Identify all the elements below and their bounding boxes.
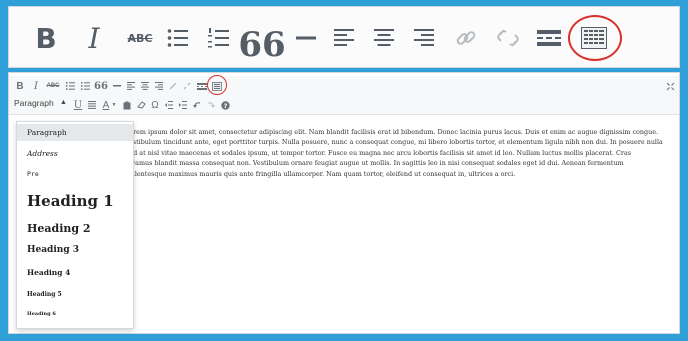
numbered-list-button[interactable]: [204, 7, 234, 69]
format-option-heading-3[interactable]: Heading 3: [17, 240, 133, 260]
bullet-list-icon: [167, 29, 188, 47]
horizontal-line-icon: [113, 85, 121, 87]
align-left-button-small[interactable]: [126, 78, 136, 94]
align-right-icon: [155, 82, 163, 90]
justify-button[interactable]: [87, 97, 97, 113]
indent-button[interactable]: [178, 97, 188, 113]
blockquote-icon: 66: [238, 25, 286, 65]
format-option-address[interactable]: Address: [17, 143, 133, 163]
align-right-button-small[interactable]: [154, 78, 164, 94]
content-line: Lorem ipsum dolor sit amet, consectetur …: [125, 128, 659, 136]
align-center-icon: [374, 29, 394, 46]
content-line: Vestibulum tincidunt ante, eget porttito…: [125, 138, 663, 147]
align-center-icon: [141, 82, 149, 90]
editor-content[interactable]: Lorem ipsum dolor sit amet, consectetur …: [125, 127, 673, 179]
link-icon: [456, 31, 476, 45]
zoomed-toolbar: B I ABC 66: [8, 6, 680, 68]
undo-icon: [193, 102, 201, 108]
editor-toolbar-secondary: Paragraph ▲ U A ▼ Ω ?: [9, 95, 679, 115]
italic-button-small[interactable]: I: [31, 78, 41, 94]
strikethrough-icon: ABC: [127, 31, 153, 45]
editor-toolbar-primary: B I ABC 66: [9, 75, 679, 96]
format-option-heading-4[interactable]: Heading 4: [17, 262, 133, 282]
bold-icon: B: [35, 21, 57, 55]
format-select-caret-icon[interactable]: ▲: [60, 99, 67, 106]
format-option-heading-5[interactable]: Heading 5: [17, 284, 133, 304]
align-right-icon: [414, 29, 434, 46]
read-more-button[interactable]: [533, 7, 565, 69]
remove-link-button-small[interactable]: [182, 78, 192, 94]
paste-as-text-button[interactable]: [122, 97, 132, 113]
italic-button[interactable]: I: [79, 7, 109, 69]
align-left-icon: [334, 29, 354, 46]
highlight-ring-small: [207, 75, 227, 95]
italic-icon: I: [88, 21, 100, 55]
content-line: Vivamus blandit massa consequat non. Ves…: [125, 159, 624, 168]
format-dropdown-menu: Paragraph Address Pre Heading 1 Heading …: [16, 121, 134, 329]
numbered-list-button-small[interactable]: [79, 78, 91, 94]
eraser-icon: [136, 101, 146, 109]
redo-icon: [207, 102, 215, 108]
strikethrough-button[interactable]: ABC: [123, 7, 157, 69]
redo-button[interactable]: [206, 97, 216, 113]
blockquote-button-small[interactable]: 66: [94, 78, 108, 94]
format-option-heading-1[interactable]: Heading 1: [17, 188, 133, 214]
text-color-caret-icon[interactable]: ▼: [111, 97, 117, 113]
numbered-list-icon: [208, 28, 229, 48]
align-left-icon: [127, 82, 135, 90]
indent-icon: [179, 101, 187, 109]
blockquote-button[interactable]: 66: [238, 7, 285, 69]
fullscreen-icon: [666, 82, 674, 90]
align-left-button[interactable]: [329, 7, 359, 69]
read-more-icon: [537, 30, 561, 46]
align-center-button-small[interactable]: [140, 78, 150, 94]
underline-button[interactable]: U: [73, 97, 83, 113]
clear-formatting-button[interactable]: [136, 97, 146, 113]
svg-text:?: ?: [223, 102, 227, 110]
format-option-paragraph[interactable]: Paragraph: [17, 124, 133, 141]
text-color-button[interactable]: A: [101, 97, 111, 113]
format-option-pre[interactable]: Pre: [17, 164, 133, 184]
fullscreen-button[interactable]: [665, 78, 675, 94]
format-option-heading-6[interactable]: Heading 6: [17, 305, 133, 323]
remove-link-button[interactable]: [493, 7, 523, 69]
bold-button-small[interactable]: B: [15, 78, 25, 94]
horizontal-line-icon: [296, 36, 316, 40]
align-right-button[interactable]: [409, 7, 439, 69]
highlight-ring-large: [568, 15, 622, 61]
bulleted-list-button[interactable]: [163, 7, 193, 69]
special-character-button[interactable]: Ω: [150, 97, 160, 113]
editor-window: B I ABC 66 Paragraph ▲ U A ▼ Ω ? Lorem i…: [8, 72, 680, 334]
outdent-icon: [165, 101, 173, 109]
unlink-icon: [497, 29, 519, 47]
format-option-heading-2[interactable]: Heading 2: [17, 218, 133, 238]
link-icon: [169, 82, 177, 90]
format-select[interactable]: Paragraph: [14, 98, 54, 108]
content-line: Sed at nisl vitae maecenas et sodales ip…: [125, 148, 632, 157]
bulleted-list-button-small[interactable]: [64, 78, 76, 94]
bold-button[interactable]: B: [31, 7, 61, 69]
unlink-icon: [183, 82, 191, 90]
justify-icon: [88, 101, 96, 109]
outdent-button[interactable]: [164, 97, 174, 113]
insert-link-button-small[interactable]: [168, 78, 178, 94]
horizontal-line-button[interactable]: [291, 7, 321, 69]
numbered-list-icon: [80, 82, 90, 90]
read-more-icon: [197, 82, 207, 90]
paste-text-icon: [123, 101, 131, 109]
content-line: Pellentesque maximus mauris quis ante fr…: [125, 169, 516, 178]
horizontal-line-button-small[interactable]: [112, 78, 122, 94]
undo-button[interactable]: [192, 97, 202, 113]
insert-link-button[interactable]: [451, 7, 481, 69]
strikethrough-button-small[interactable]: ABC: [46, 78, 60, 94]
bullet-list-icon: [65, 82, 75, 90]
help-button[interactable]: ?: [220, 97, 230, 113]
help-icon: ?: [220, 100, 230, 110]
align-center-button[interactable]: [369, 7, 399, 69]
